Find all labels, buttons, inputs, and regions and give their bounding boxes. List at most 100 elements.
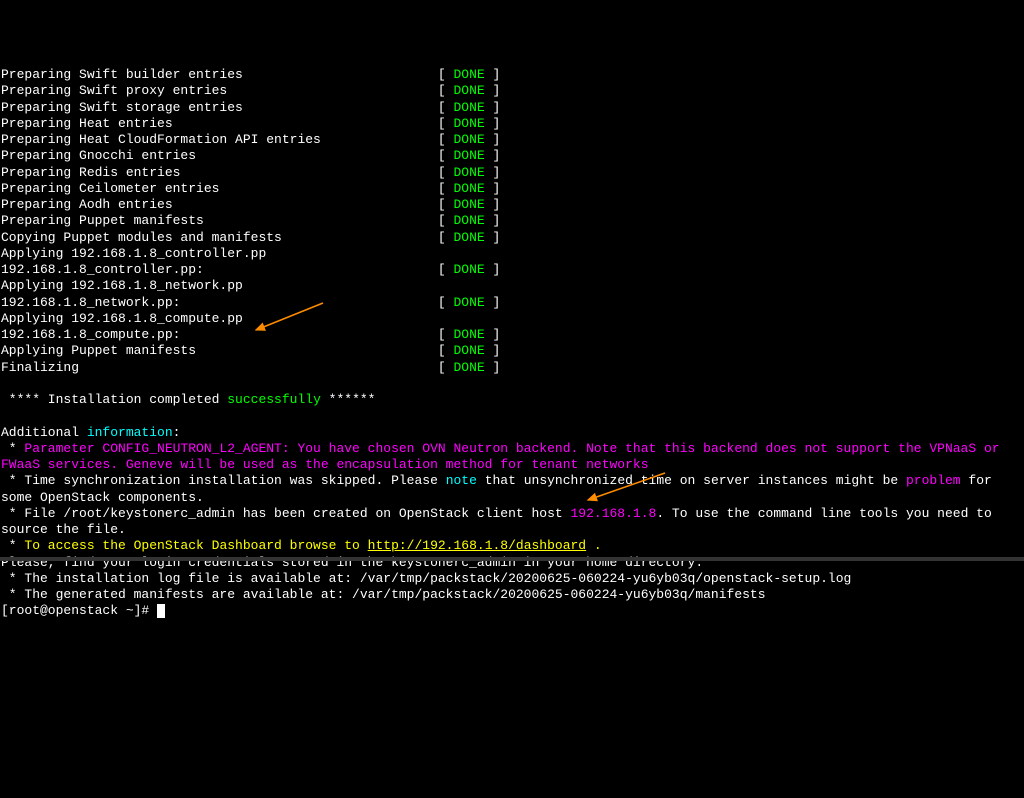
apply-label: Applying 192.168.1.8_network.pp xyxy=(1,278,243,293)
task-status: DONE xyxy=(453,148,484,163)
bracket-open: [ xyxy=(438,230,454,245)
bracket-open: [ xyxy=(438,181,454,196)
cursor xyxy=(157,604,165,618)
apply-line: 192.168.1.8_network.pp: [ DONE ] xyxy=(1,295,1023,311)
bracket-close: ] xyxy=(485,360,501,375)
bullet-time-line: some OpenStack components. xyxy=(1,490,1023,506)
task-label: Preparing Redis entries xyxy=(1,165,438,180)
bullet-param-text: Parameter CONFIG_NEUTRON_L2_AGENT: You h… xyxy=(24,441,999,456)
bracket-open: [ xyxy=(438,295,454,310)
tail-line: * The generated manifests are available … xyxy=(1,587,1023,603)
bracket-close: ] xyxy=(485,67,501,82)
completion-line: **** Installation completed successfully… xyxy=(1,392,1023,408)
bracket-open: [ xyxy=(438,360,454,375)
bracket-open: [ xyxy=(438,327,454,342)
apply-label: 192.168.1.8_controller.pp: xyxy=(1,262,438,277)
apply-line: Applying 192.168.1.8_compute.pp xyxy=(1,311,1023,327)
task-label: Preparing Ceilometer entries xyxy=(1,181,438,196)
apply-line: Applying 192.168.1.8_controller.pp xyxy=(1,246,1023,262)
task-status: DONE xyxy=(453,116,484,131)
task-label: Preparing Swift proxy entries xyxy=(1,83,438,98)
bullet-dashboard-line: * To access the OpenStack Dashboard brow… xyxy=(1,538,1023,554)
bracket-open: [ xyxy=(438,132,454,147)
apply-line: Finalizing [ DONE ] xyxy=(1,360,1023,376)
bullet-file-frag: . To use the command line tools you need… xyxy=(656,506,991,521)
dashboard-url[interactable]: http://192.168.1.8/dashboard xyxy=(368,538,586,553)
completion-word: successfully xyxy=(227,392,321,407)
prompt-line[interactable]: [root@openstack ~]# xyxy=(1,603,1023,619)
bullet-marker: * xyxy=(1,441,24,456)
bullet-file-frag: 192.168.1.8 xyxy=(571,506,657,521)
apply-label: Applying 192.168.1.8_compute.pp xyxy=(1,311,243,326)
apply-label: 192.168.1.8_compute.pp: xyxy=(1,327,438,342)
bullet-param-line: FWaaS services. Geneve will be used as t… xyxy=(1,457,1023,473)
bracket-close: ] xyxy=(485,181,501,196)
bracket-close: ] xyxy=(485,262,501,277)
task-status: DONE xyxy=(453,67,484,82)
apply-status: DONE xyxy=(453,262,484,277)
bullet-file-line: source the file. xyxy=(1,522,1023,538)
bullet-time-frag: * Time synchronization installation was … xyxy=(1,473,446,488)
bullet-file-frag: source the file. xyxy=(1,522,126,537)
task-status: DONE xyxy=(453,132,484,147)
apply-status: DONE xyxy=(453,343,484,358)
apply-line: 192.168.1.8_controller.pp: [ DONE ] xyxy=(1,262,1023,278)
bullet-file-line: * File /root/keystonerc_admin has been c… xyxy=(1,506,1023,522)
bracket-open: [ xyxy=(438,67,454,82)
bracket-open: [ xyxy=(438,116,454,131)
dashboard-text: To access the OpenStack Dashboard browse… xyxy=(24,538,367,553)
apply-label: Applying Puppet manifests xyxy=(1,343,438,358)
task-label: Copying Puppet modules and manifests xyxy=(1,230,438,245)
bracket-open: [ xyxy=(438,213,454,228)
task-line: Preparing Gnocchi entries [ DONE ] xyxy=(1,148,1023,164)
apply-line: 192.168.1.8_compute.pp: [ DONE ] xyxy=(1,327,1023,343)
task-label: Preparing Gnocchi entries xyxy=(1,148,438,163)
task-label: Preparing Swift builder entries xyxy=(1,67,438,82)
task-status: DONE xyxy=(453,100,484,115)
bracket-open: [ xyxy=(438,148,454,163)
bracket-close: ] xyxy=(485,343,501,358)
bracket-open: [ xyxy=(438,100,454,115)
info-header: Additional information: xyxy=(1,425,1023,441)
apply-label: Finalizing xyxy=(1,360,438,375)
bracket-open: [ xyxy=(438,197,454,212)
apply-status: DONE xyxy=(453,360,484,375)
task-label: Preparing Puppet manifests xyxy=(1,213,438,228)
bullet-time-line: * Time synchronization installation was … xyxy=(1,473,1023,489)
bullet-param-line: * Parameter CONFIG_NEUTRON_L2_AGENT: You… xyxy=(1,441,1023,457)
bracket-close: ] xyxy=(485,100,501,115)
dashboard-suffix: . xyxy=(586,538,602,553)
completion-suffix: ****** xyxy=(321,392,376,407)
task-status: DONE xyxy=(453,213,484,228)
bracket-close: ] xyxy=(485,230,501,245)
bullet-marker: * xyxy=(1,538,24,553)
bullet-time-frag: problem xyxy=(906,473,961,488)
task-line: Preparing Heat CloudFormation API entrie… xyxy=(1,132,1023,148)
task-line: Preparing Swift builder entries [ DONE ] xyxy=(1,67,1023,83)
prompt-text: [root@openstack ~]# xyxy=(1,603,157,618)
bracket-close: ] xyxy=(485,83,501,98)
bracket-open: [ xyxy=(438,83,454,98)
bullet-time-frag: note xyxy=(446,473,477,488)
terminal-output: Preparing Swift builder entries [ DONE ]… xyxy=(1,67,1023,620)
task-status: DONE xyxy=(453,83,484,98)
task-line: Preparing Swift storage entries [ DONE ] xyxy=(1,100,1023,116)
apply-label: Applying 192.168.1.8_controller.pp xyxy=(1,246,266,261)
apply-status: DONE xyxy=(453,295,484,310)
task-label: Preparing Swift storage entries xyxy=(1,100,438,115)
bottom-border xyxy=(0,557,1024,561)
task-status: DONE xyxy=(453,181,484,196)
info-header-word: information xyxy=(87,425,173,440)
task-status: DONE xyxy=(453,230,484,245)
bracket-close: ] xyxy=(485,116,501,131)
task-label: Preparing Heat entries xyxy=(1,116,438,131)
bracket-open: [ xyxy=(438,165,454,180)
bracket-close: ] xyxy=(485,295,501,310)
bullet-time-frag: some OpenStack components. xyxy=(1,490,204,505)
apply-label: 192.168.1.8_network.pp: xyxy=(1,295,438,310)
task-label: Preparing Heat CloudFormation API entrie… xyxy=(1,132,438,147)
bracket-open: [ xyxy=(438,343,454,358)
bullet-param-text: FWaaS services. Geneve will be used as t… xyxy=(1,457,649,472)
task-line: Preparing Ceilometer entries [ DONE ] xyxy=(1,181,1023,197)
task-line: Preparing Heat entries [ DONE ] xyxy=(1,116,1023,132)
